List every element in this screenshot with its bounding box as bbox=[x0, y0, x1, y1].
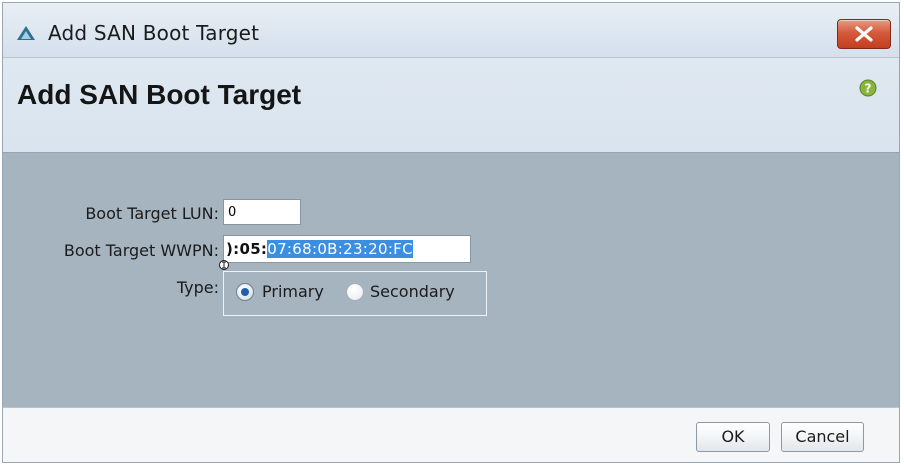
add-san-boot-target-dialog: Add SAN Boot Target Add SAN Boot Target … bbox=[2, 2, 900, 463]
boot-target-wwpn-input[interactable]: ):05:07:68:0B:23:20:FC bbox=[223, 235, 471, 263]
page-title: Add SAN Boot Target bbox=[17, 79, 302, 110]
type-radio-group: Primary Secondary bbox=[223, 271, 487, 316]
wwpn-unselected-text: ):05: bbox=[226, 240, 268, 258]
type-secondary-radio[interactable] bbox=[346, 283, 364, 301]
title-bar[interactable]: Add SAN Boot Target bbox=[3, 3, 899, 58]
cancel-button[interactable]: Cancel bbox=[781, 422, 864, 452]
boot-target-wwpn-label: Boot Target WWPN: bbox=[63, 241, 219, 260]
close-icon bbox=[838, 20, 890, 48]
svg-text:?: ? bbox=[865, 82, 872, 96]
dialog-footer: OK Cancel bbox=[3, 407, 899, 462]
boot-target-lun-label: Boot Target LUN: bbox=[85, 204, 219, 223]
ok-button[interactable]: OK bbox=[696, 422, 770, 452]
radio-selected-dot bbox=[241, 288, 249, 296]
wwpn-selected-text: 07:68:0B:23:20:FC bbox=[267, 240, 413, 258]
boot-target-lun-input[interactable] bbox=[223, 199, 301, 225]
close-button[interactable] bbox=[837, 19, 891, 49]
type-primary-label[interactable]: Primary bbox=[262, 282, 324, 301]
dialog-header: Add SAN Boot Target ? bbox=[3, 58, 899, 152]
type-label: Type: bbox=[176, 278, 219, 297]
window-title: Add SAN Boot Target bbox=[48, 21, 260, 45]
form-area: Boot Target LUN: Boot Target WWPN: ):05:… bbox=[3, 152, 899, 408]
type-secondary-label[interactable]: Secondary bbox=[370, 282, 455, 301]
app-icon bbox=[16, 25, 36, 41]
help-icon[interactable]: ? bbox=[859, 79, 877, 97]
type-primary-radio[interactable] bbox=[236, 283, 254, 301]
